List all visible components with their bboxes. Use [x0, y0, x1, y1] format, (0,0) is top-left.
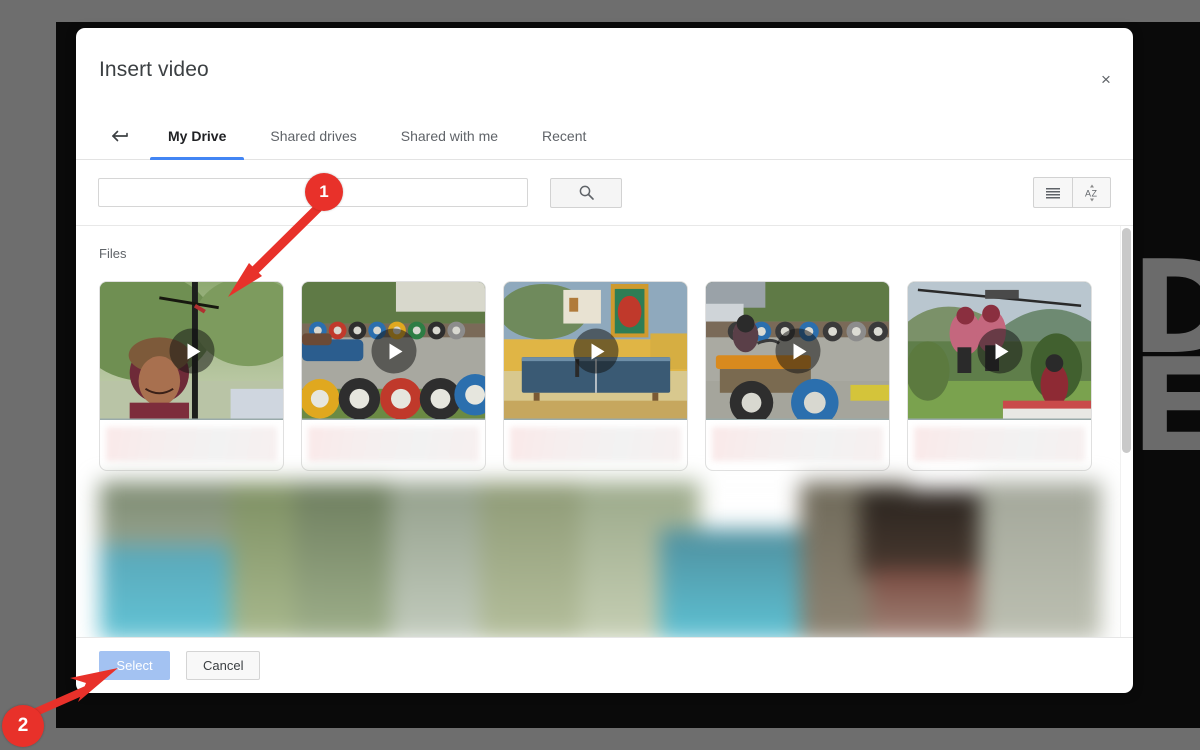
blur-seg [660, 529, 820, 637]
search-button[interactable] [550, 177, 622, 208]
play-icon[interactable] [371, 328, 416, 374]
screen: DI E Insert video × My Drive Shared driv… [0, 0, 1200, 750]
file-card[interactable] [503, 281, 688, 471]
video-thumbnail [908, 282, 1091, 420]
files-content: Files [76, 226, 1133, 637]
dialog-title: Insert video [99, 58, 209, 81]
file-name-redacted [106, 427, 277, 461]
play-icon[interactable] [977, 328, 1022, 374]
insert-video-dialog: Insert video × My Drive Shared drives Sh… [76, 28, 1133, 693]
blur-seg [295, 482, 405, 637]
file-name-redacted [510, 427, 681, 461]
search-toolbar: A Z [76, 160, 1133, 226]
cancel-button[interactable]: Cancel [186, 651, 261, 680]
tab-shared-drives[interactable]: Shared drives [252, 112, 374, 159]
file-card[interactable] [301, 281, 486, 471]
dialog-footer: Select Cancel [76, 637, 1133, 693]
svg-text:Z: Z [1091, 188, 1097, 198]
blur-seg [980, 482, 1101, 637]
file-card[interactable] [99, 281, 284, 471]
svg-text:A: A [1085, 188, 1091, 198]
file-name-redacted [712, 427, 883, 461]
blur-seg [870, 568, 990, 637]
background-ghost-text: DI E [1131, 234, 1200, 481]
video-thumbnail [100, 282, 283, 420]
scrollbar-thumb[interactable] [1122, 228, 1131, 453]
play-icon[interactable] [169, 328, 214, 374]
view-controls: A Z [1033, 177, 1111, 208]
video-thumbnail [504, 282, 687, 420]
select-button[interactable]: Select [99, 651, 170, 680]
tab-shared-with-me[interactable]: Shared with me [383, 112, 516, 159]
blur-seg [860, 489, 990, 577]
file-grid [99, 281, 1092, 471]
file-card[interactable] [705, 281, 890, 471]
dialog-header: Insert video × [76, 28, 1133, 112]
file-name-redacted [914, 427, 1085, 461]
sort-alpha-icon[interactable]: A Z [1072, 177, 1111, 208]
video-thumbnail [706, 282, 889, 420]
annotation-badge-2: 2 [2, 705, 44, 747]
tab-my-drive[interactable]: My Drive [150, 112, 245, 160]
video-thumbnail [302, 282, 485, 420]
close-icon[interactable]: × [1093, 66, 1119, 92]
tab-recent[interactable]: Recent [524, 112, 604, 159]
content-scrollbar[interactable] [1120, 226, 1133, 637]
dialog-tabs: My Drive Shared drives Shared with me Re… [76, 112, 1133, 160]
search-input[interactable] [98, 178, 528, 207]
list-view-icon[interactable] [1033, 177, 1072, 208]
file-card[interactable] [907, 281, 1092, 471]
file-name-redacted [308, 427, 479, 461]
blurred-second-row[interactable] [99, 481, 1102, 637]
files-section-label: Files [99, 246, 127, 261]
back-arrow-icon[interactable] [98, 112, 142, 159]
play-icon[interactable] [775, 328, 820, 374]
play-icon[interactable] [573, 328, 618, 374]
